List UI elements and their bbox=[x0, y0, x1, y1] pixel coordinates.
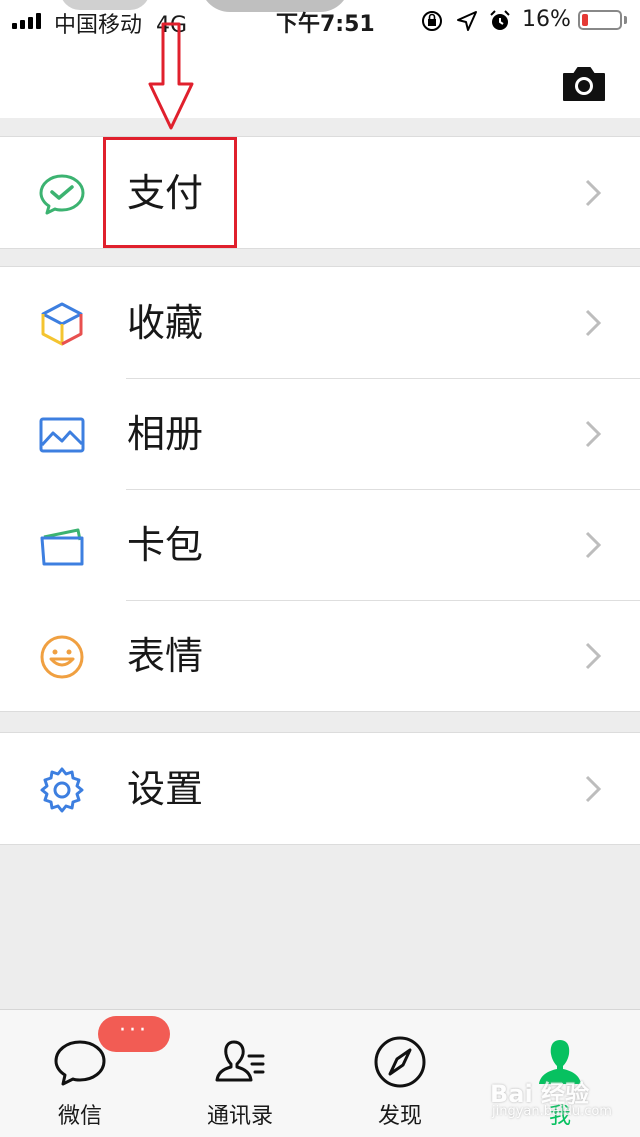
chevron-right-icon bbox=[585, 775, 602, 803]
unread-badge: ··· bbox=[98, 1016, 170, 1052]
arrow-down-icon bbox=[148, 22, 194, 130]
menu-label-favorites: 收藏 bbox=[127, 301, 204, 345]
rotation-lock-icon bbox=[422, 11, 442, 31]
menu-item-stickers[interactable]: 表情 bbox=[0, 600, 640, 711]
menu-item-pay[interactable]: 支付 bbox=[0, 137, 640, 248]
tab-contacts[interactable]: 通讯录 bbox=[160, 1010, 320, 1137]
smiley-icon bbox=[40, 635, 84, 679]
tab-label-discover: 发现 bbox=[377, 1104, 422, 1129]
menu-label-album: 相册 bbox=[127, 412, 204, 456]
tab-label-contacts: 通讯录 bbox=[206, 1104, 273, 1129]
menu-item-cards[interactable]: 卡包 bbox=[0, 489, 640, 600]
settings-group: 设置 bbox=[0, 732, 640, 845]
menu-label-stickers: 表情 bbox=[127, 634, 204, 678]
battery-percent: 16% bbox=[522, 7, 571, 32]
menu-label-cards: 卡包 bbox=[127, 523, 204, 567]
compass-icon bbox=[374, 1036, 426, 1088]
gear-icon bbox=[40, 767, 84, 813]
menu-item-favorites[interactable]: 收藏 bbox=[0, 267, 640, 378]
status-time: 下午7:51 bbox=[276, 12, 375, 37]
card-wallet-icon bbox=[40, 528, 84, 566]
battery-icon bbox=[578, 10, 622, 30]
contacts-icon bbox=[215, 1040, 265, 1082]
highlight-box bbox=[103, 137, 237, 248]
pay-group: 支付 bbox=[0, 136, 640, 249]
camera-icon[interactable] bbox=[560, 64, 608, 104]
chevron-right-icon bbox=[585, 642, 602, 670]
battery-level bbox=[582, 14, 588, 26]
chevron-right-icon bbox=[585, 420, 602, 448]
chevron-right-icon bbox=[585, 309, 602, 337]
signal-strength-icon bbox=[12, 13, 46, 29]
status-bar: 中国移动 4G 下午7:51 16% bbox=[0, 0, 640, 40]
menu-item-settings[interactable]: 设置 bbox=[0, 733, 640, 844]
tab-label-chats: 微信 bbox=[57, 1104, 102, 1129]
location-arrow-icon bbox=[457, 11, 477, 31]
alarm-icon bbox=[490, 10, 510, 30]
album-icon bbox=[39, 417, 85, 453]
favorites-cube-icon bbox=[41, 302, 83, 346]
watermark-url: jingyan.baidu.com bbox=[492, 1104, 612, 1119]
page-header bbox=[0, 40, 640, 118]
features-group: 收藏 相册 卡包 表情 bbox=[0, 266, 640, 712]
wechat-pay-icon bbox=[39, 174, 85, 215]
chevron-right-icon bbox=[585, 531, 602, 559]
battery-cap bbox=[624, 16, 627, 24]
chevron-right-icon bbox=[585, 179, 602, 207]
menu-label-settings: 设置 bbox=[127, 767, 204, 811]
menu-item-album[interactable]: 相册 bbox=[0, 378, 640, 489]
tab-discover[interactable]: 发现 bbox=[320, 1010, 480, 1137]
